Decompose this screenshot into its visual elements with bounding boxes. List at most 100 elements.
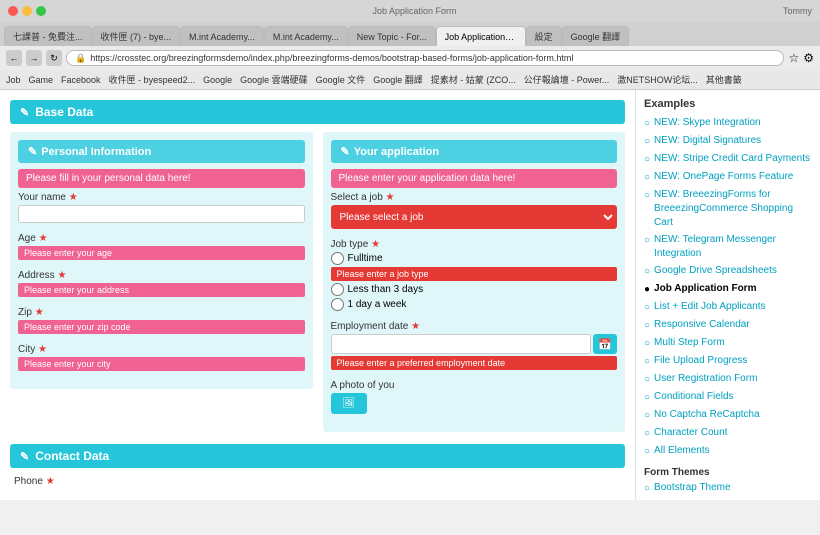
address-bar[interactable]: 🔒 https://crosstec.org/breezing​formsde​… xyxy=(66,50,784,66)
sidebar-item-calendar[interactable]: ○ Responsive Calendar xyxy=(644,318,812,333)
bookmark-other[interactable]: 其他書籤 xyxy=(704,73,744,86)
personal-title: Personal Information xyxy=(41,146,151,158)
sidebar-link-conditional[interactable]: Conditional Fields xyxy=(654,390,734,404)
tab-4[interactable]: M.int Academy... xyxy=(264,26,348,46)
bookmark-translate[interactable]: Google 翻譯 xyxy=(371,73,425,86)
sidebar-dot-onepage: ○ xyxy=(644,171,650,185)
bookmark-netshow[interactable]: 激NETSHOW论坛... xyxy=(615,73,700,86)
calendar-button[interactable]: 📅 xyxy=(593,334,617,354)
form-area: ✎ Base Data ✎ Personal Information Pleas… xyxy=(0,90,635,500)
sidebar-link-digital[interactable]: NEW: Digital Signatures xyxy=(654,134,761,148)
radio-less3days-input[interactable] xyxy=(331,283,344,296)
bookmark-drive[interactable]: Google 雲端硬碟 xyxy=(238,73,310,86)
address-text: https://crosstec.org/breezing​formsde​mo… xyxy=(90,53,573,63)
personal-info-col: ✎ Personal Information Please fill in yo… xyxy=(10,132,313,438)
radio-less3days: Less than 3 days xyxy=(331,283,618,296)
sidebar-item-multistep[interactable]: ○ Multi Step Form xyxy=(644,336,812,351)
tab-5[interactable]: New Topic - For... xyxy=(348,26,436,46)
bookmark-job[interactable]: Job xyxy=(4,75,23,85)
sidebar-dot-digital: ○ xyxy=(644,135,650,149)
address-label: Address ★ xyxy=(18,270,305,281)
bookmark-facebook[interactable]: Facebook xyxy=(59,75,103,85)
sidebar-item-stripe[interactable]: ○ NEW: Stripe Credit Card Payments xyxy=(644,152,812,167)
tab-3[interactable]: M.int Academy... xyxy=(180,26,264,46)
phone-required: ★ xyxy=(46,476,55,487)
pencil-icon: ✎ xyxy=(20,106,29,119)
sidebar-link-onepage[interactable]: NEW: OnePage Forms Feature xyxy=(654,170,793,184)
name-input[interactable] xyxy=(18,205,305,223)
sidebar-link-stripe[interactable]: NEW: Stripe Credit Card Payments xyxy=(654,152,810,166)
sidebar-link-telegram[interactable]: NEW: Telegram Messenger Integration xyxy=(654,233,812,261)
tab-6-active[interactable]: Job Application F... xyxy=(436,26,526,46)
sidebar-item-bluefade-theme[interactable]: ○ Blue Fade Theme xyxy=(644,499,812,500)
maximize-button[interactable] xyxy=(36,6,46,16)
job-field-group: Select a job ★ Please select a job xyxy=(331,192,618,229)
sidebar-item-telegram[interactable]: ○ NEW: Telegram Messenger Integration xyxy=(644,233,812,261)
sidebar-item-nocaptcha[interactable]: ○ No Captcha ReCaptcha xyxy=(644,408,812,423)
radio-fulltime-input[interactable] xyxy=(331,252,344,265)
sidebar-link-list-edit[interactable]: List + Edit Job Applicants xyxy=(654,300,765,314)
sidebar-link-bootstrap-theme[interactable]: Bootstrap Theme xyxy=(654,481,731,495)
sidebar-item-fileupload[interactable]: ○ File Upload Progress xyxy=(644,354,812,369)
sidebar-link-allelements[interactable]: All Elements xyxy=(654,444,710,458)
application-section: ✎ Your application Please enter your app… xyxy=(323,132,626,432)
tab-8[interactable]: Google 翻譯 xyxy=(562,26,630,46)
bookmark-forum1[interactable]: 公仔報論壇 - Power... xyxy=(522,73,612,86)
sidebar-item-onepage[interactable]: ○ NEW: OnePage Forms Feature xyxy=(644,170,812,185)
base-data-header: ✎ Base Data xyxy=(10,100,625,124)
close-button[interactable] xyxy=(8,6,18,16)
radio-1day-input[interactable] xyxy=(331,298,344,311)
sidebar-item-allelements[interactable]: ○ All Elements xyxy=(644,444,812,459)
sidebar-dot-userreg: ○ xyxy=(644,373,650,387)
address-required: ★ xyxy=(57,270,66,281)
extensions-icon[interactable]: ⚙ xyxy=(803,51,814,65)
tab-bar: 七課普 - 免費注... 收件匣 (7) - bye... M.int Acad… xyxy=(0,22,820,46)
star-icon[interactable]: ☆ xyxy=(788,51,799,65)
sidebar-link-calendar[interactable]: Responsive Calendar xyxy=(654,318,750,332)
name-label: Your name ★ xyxy=(18,192,305,203)
personal-pencil-icon: ✎ xyxy=(28,145,37,158)
back-button[interactable]: ← xyxy=(6,50,22,66)
sidebar-link-breezing[interactable]: NEW: BreeezingForms for BreeezingCommerc… xyxy=(654,188,812,230)
sidebar-item-list-edit[interactable]: ○ List + Edit Job Applicants xyxy=(644,300,812,315)
sidebar-item-userreg[interactable]: ○ User Registration Form xyxy=(644,372,812,387)
tab-2[interactable]: 收件匣 (7) - bye... xyxy=(92,26,181,46)
bookmark-game[interactable]: Game xyxy=(27,75,56,85)
sidebar-item-skype[interactable]: ○ NEW: Skype Integration xyxy=(644,116,812,131)
sidebar-link-nocaptcha[interactable]: No Captcha ReCaptcha xyxy=(654,408,760,422)
sidebar-link-bluefade-theme[interactable]: Blue Fade Theme xyxy=(654,499,733,500)
sidebar-link-multistep[interactable]: Multi Step Form xyxy=(654,336,725,350)
photo-upload-button[interactable]: 🖼 xyxy=(331,393,368,414)
sidebar-item-google-drive[interactable]: ○ Google Drive Spreadsheets xyxy=(644,264,812,279)
bookmark-docs[interactable]: Google 文件 xyxy=(314,73,368,86)
age-label: Age ★ xyxy=(18,233,305,244)
sidebar-item-digital[interactable]: ○ NEW: Digital Signatures xyxy=(644,134,812,149)
bookmark-google[interactable]: Google xyxy=(201,75,234,85)
job-type-required: ★ xyxy=(371,239,380,250)
address-error: Please enter your address xyxy=(18,283,305,297)
sidebar-link-charcount[interactable]: Character Count xyxy=(654,426,727,440)
bookmark-material[interactable]: 提素材 - 姑蒙 (ZCO... xyxy=(429,73,518,86)
radio-fulltime-label: Fulltime xyxy=(348,253,383,264)
age-error: Please enter your age xyxy=(18,246,305,260)
sidebar-item-job-app: ● Job Application Form xyxy=(644,282,812,297)
sidebar-item-conditional[interactable]: ○ Conditional Fields xyxy=(644,390,812,405)
sidebar-link-google-drive[interactable]: Google Drive Spreadsheets xyxy=(654,264,777,278)
sidebar-link-fileupload[interactable]: File Upload Progress xyxy=(654,354,747,368)
bookmark-inbox[interactable]: 收件匣 - byespeed2... xyxy=(107,73,198,86)
sidebar-link-userreg[interactable]: User Registration Form xyxy=(654,372,757,386)
sidebar-item-charcount[interactable]: ○ Character Count xyxy=(644,426,812,441)
sidebar-dot-stripe: ○ xyxy=(644,153,650,167)
employment-date-input[interactable] xyxy=(331,334,592,354)
sidebar-item-bootstrap-theme[interactable]: ○ Bootstrap Theme xyxy=(644,481,812,496)
sidebar-link-skype[interactable]: NEW: Skype Integration xyxy=(654,116,761,130)
refresh-button[interactable]: ↻ xyxy=(46,50,62,66)
job-select[interactable]: Please select a job xyxy=(331,205,618,229)
forward-button[interactable]: → xyxy=(26,50,42,66)
tab-7[interactable]: 設定 xyxy=(526,26,562,46)
bookmarks-bar: Job Game Facebook 收件匣 - byespeed2... Goo… xyxy=(0,70,820,90)
minimize-button[interactable] xyxy=(22,6,32,16)
contact-data-header: ✎ Contact Data xyxy=(10,444,625,468)
tab-1[interactable]: 七課普 - 免費注... xyxy=(4,26,92,46)
sidebar-item-breezing[interactable]: ○ NEW: BreeezingForms for BreeezingComme… xyxy=(644,188,812,230)
